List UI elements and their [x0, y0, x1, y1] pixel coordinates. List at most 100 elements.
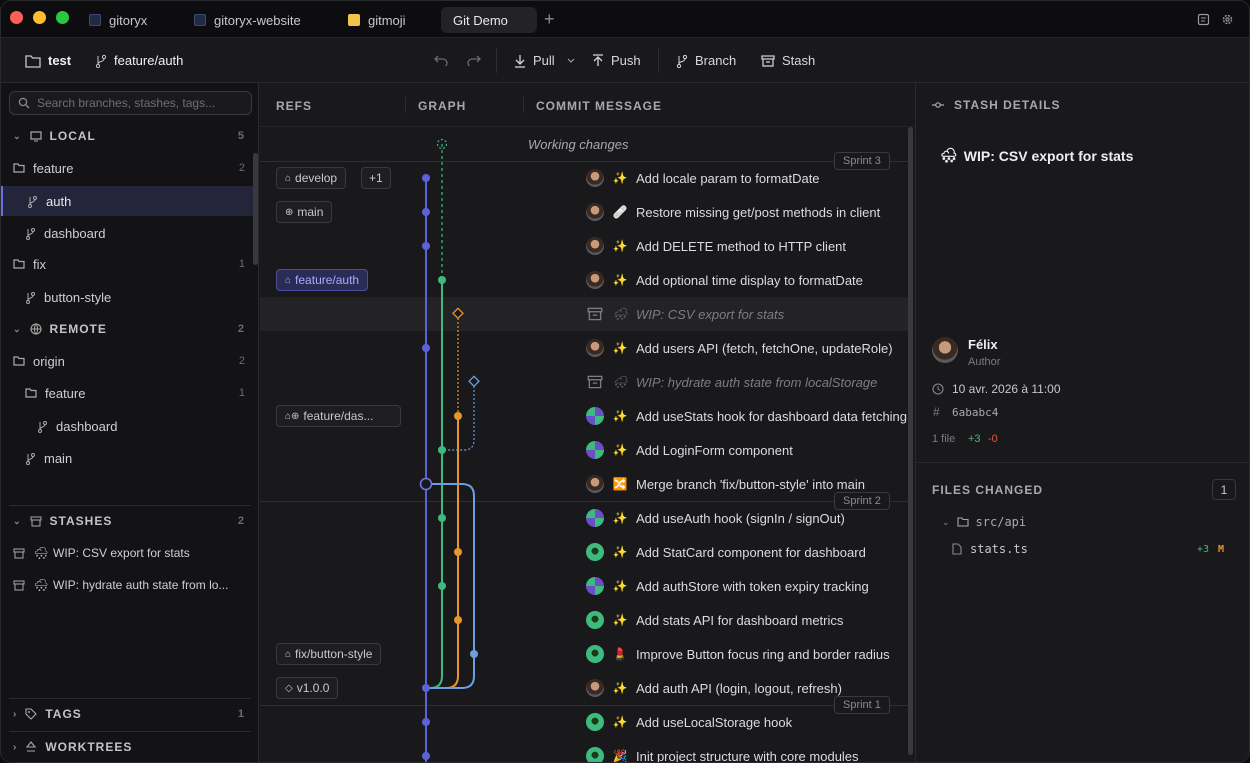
folder-fix[interactable]: fix 1: [1, 249, 253, 279]
commit-row[interactable]: ✨ Add authStore with token expiry trackin…: [260, 569, 908, 603]
stash-label: Stash: [782, 53, 816, 68]
folder-feature[interactable]: feature 2: [1, 153, 253, 183]
search-input[interactable]: Search branches, stashes, tags...: [9, 91, 252, 115]
folder-icon: [13, 356, 25, 366]
undo-icon[interactable]: [434, 54, 448, 66]
ref-main[interactable]: ⊕ main: [276, 201, 333, 223]
ref-tag-v1[interactable]: ◇ v1.0.0: [276, 677, 339, 699]
file-stats-ts[interactable]: stats.ts: [952, 542, 1028, 556]
stash-row[interactable]: 🌨 WIP: CSV export for stats: [260, 297, 908, 331]
commit-list-scrollbar[interactable]: [908, 127, 913, 755]
toolbar-divider: [496, 48, 497, 73]
stash-row[interactable]: 🌨 WIP: hydrate auth state from localStora…: [260, 365, 908, 399]
repo-selector[interactable]: test: [25, 38, 71, 83]
tab-gitoryx-website[interactable]: gitoryx-website: [194, 7, 301, 33]
sidebar-stash-item[interactable]: 🌨 WIP: CSV export for stats: [1, 538, 253, 568]
files-changed-header: FILES CHANGED: [932, 483, 1044, 497]
commit-message: Add useStats hook for dashboard data fet…: [636, 408, 908, 424]
snow-cloud-icon: 🌨: [33, 546, 49, 560]
column-header: REFS GRAPH COMMIT MESSAGE: [260, 83, 914, 127]
refs-column-header[interactable]: REFS: [276, 99, 312, 113]
push-button[interactable]: Push: [592, 38, 641, 83]
tab-gitmoji[interactable]: gitmoji: [348, 7, 406, 33]
sidebar-stash-item[interactable]: 🌨 WIP: hydrate auth state from lo...: [1, 570, 253, 600]
folder-label: feature: [33, 160, 74, 176]
branch-button[interactable]: Branch: [676, 38, 736, 83]
working-changes-row[interactable]: Working changes: [260, 127, 908, 161]
sidebar-item-auth[interactable]: auth: [1, 186, 253, 216]
branch-label: main: [44, 450, 73, 466]
folder-origin-feature[interactable]: feature 1: [1, 378, 253, 408]
gear-icon[interactable]: [1221, 13, 1234, 26]
message-column-header[interactable]: COMMIT MESSAGE: [536, 99, 662, 113]
commit-message-cell: ✨ Add DELETE method to HTTP client: [586, 229, 846, 263]
commit-row[interactable]: ✨ Add stats API for dashboard metrics: [260, 603, 908, 637]
folder-icon: [13, 259, 25, 269]
commit-message: Add auth API (login, logout, refresh): [636, 680, 842, 696]
ref-feature-dashboard[interactable]: ⌂⊕ feature/das...: [276, 405, 401, 427]
commit-row[interactable]: 🔀 Merge branch 'fix/button-style' into ma…: [260, 467, 908, 501]
stash-details-panel: STASH DETAILS 🌨 WIP: CSV export for stat…: [915, 83, 1249, 762]
commit-row[interactable]: 🩹 Restore missing get/post methods in cli…: [260, 195, 908, 229]
commit-row[interactable]: ✨ Add locale param to formatDate: [260, 161, 908, 195]
notes-icon[interactable]: [1197, 13, 1210, 26]
commit-row[interactable]: ✨ Add useAuth hook (signIn / signOut): [260, 501, 908, 535]
chevron-down-icon: ⌄: [13, 323, 22, 334]
graph-column-header[interactable]: GRAPH: [418, 99, 466, 113]
additions-count: +3: [968, 433, 981, 445]
commit-message: Add StatCard component for dashboard: [636, 544, 866, 560]
gitmoji-icon: ✨: [612, 341, 628, 355]
maximize-window-button[interactable]: [56, 11, 69, 24]
section-worktrees[interactable]: › WORKTREES: [1, 732, 253, 762]
chevron-right-icon: ›: [13, 741, 18, 753]
ref-fix-button-style[interactable]: ⌂ fix/button-style: [276, 643, 382, 665]
ref-more-badge[interactable]: +1: [361, 167, 391, 189]
minimize-window-button[interactable]: [33, 11, 46, 24]
file-name: stats.ts: [970, 542, 1028, 556]
commit-row[interactable]: ✨ Add DELETE method to HTTP client: [260, 229, 908, 263]
section-tags[interactable]: › TAGS 1: [1, 699, 253, 729]
sidebar-item-origin-main[interactable]: main: [1, 443, 253, 473]
stash-box-icon: [13, 580, 25, 590]
ref-develop[interactable]: ⌂ develop: [276, 167, 347, 189]
sidebar-item-origin-dashboard[interactable]: dashboard: [1, 411, 253, 441]
commit-row[interactable]: ✨ Add useLocalStorage hook: [260, 705, 908, 739]
column-resize-handle[interactable]: [523, 97, 524, 113]
tab-label: gitoryx: [109, 12, 148, 28]
folder-origin[interactable]: origin 2: [1, 346, 253, 376]
sidebar-item-dashboard[interactable]: dashboard: [1, 218, 253, 248]
section-stashes[interactable]: ⌄ STASHES 2: [1, 506, 253, 536]
gitmoji-icon: ✨: [612, 171, 628, 185]
commit-row[interactable]: ✨ Add users API (fetch, fetchOne, updateR…: [260, 331, 908, 365]
sidebar-item-button-style[interactable]: button-style: [1, 282, 253, 312]
close-window-button[interactable]: [10, 11, 23, 24]
column-resize-handle[interactable]: [405, 97, 406, 113]
sprint-separator: [260, 161, 908, 162]
commit-row[interactable]: ✨ Add auth API (login, logout, refresh): [260, 671, 908, 705]
commit-hash[interactable]: 6ababc4: [952, 406, 998, 419]
ref-label: feature/auth: [295, 273, 360, 287]
redo-icon[interactable]: [467, 54, 481, 66]
gitmoji-icon: ✨: [612, 443, 628, 457]
branch-selector[interactable]: feature/auth: [95, 38, 183, 83]
branch-icon: [26, 452, 35, 465]
search-placeholder: Search branches, stashes, tags...: [37, 96, 216, 110]
folder-src-api[interactable]: ⌄ src/api: [942, 515, 1026, 529]
pull-button[interactable]: Pull: [514, 38, 582, 83]
tab-git-demo[interactable]: Git Demo: [441, 7, 537, 33]
commit-row[interactable]: ✨ Add StatCard component for dashboard: [260, 535, 908, 569]
section-local[interactable]: ⌄ LOCAL 5: [1, 121, 253, 151]
tab-gitoryx[interactable]: gitoryx: [89, 7, 147, 33]
stash-button[interactable]: Stash: [761, 38, 815, 83]
chevron-down-icon[interactable]: [567, 58, 575, 63]
section-remote[interactable]: ⌄ REMOTE 2: [1, 314, 253, 344]
commit-row[interactable]: ✨ Add LoginForm component: [260, 433, 908, 467]
stash-box-icon: [761, 54, 775, 67]
tag-icon: ◇: [285, 682, 293, 694]
new-tab-plus-icon[interactable]: +: [544, 10, 555, 28]
sidebar-scrollbar[interactable]: [253, 153, 258, 265]
commit-message: Add LoginForm component: [636, 442, 793, 458]
commit-row[interactable]: 🎉 Init project structure with core module…: [260, 739, 908, 762]
commit-message-cell: ✨ Add useAuth hook (signIn / signOut): [586, 501, 845, 535]
ref-feature-auth[interactable]: ⌂ feature/auth: [276, 269, 369, 291]
